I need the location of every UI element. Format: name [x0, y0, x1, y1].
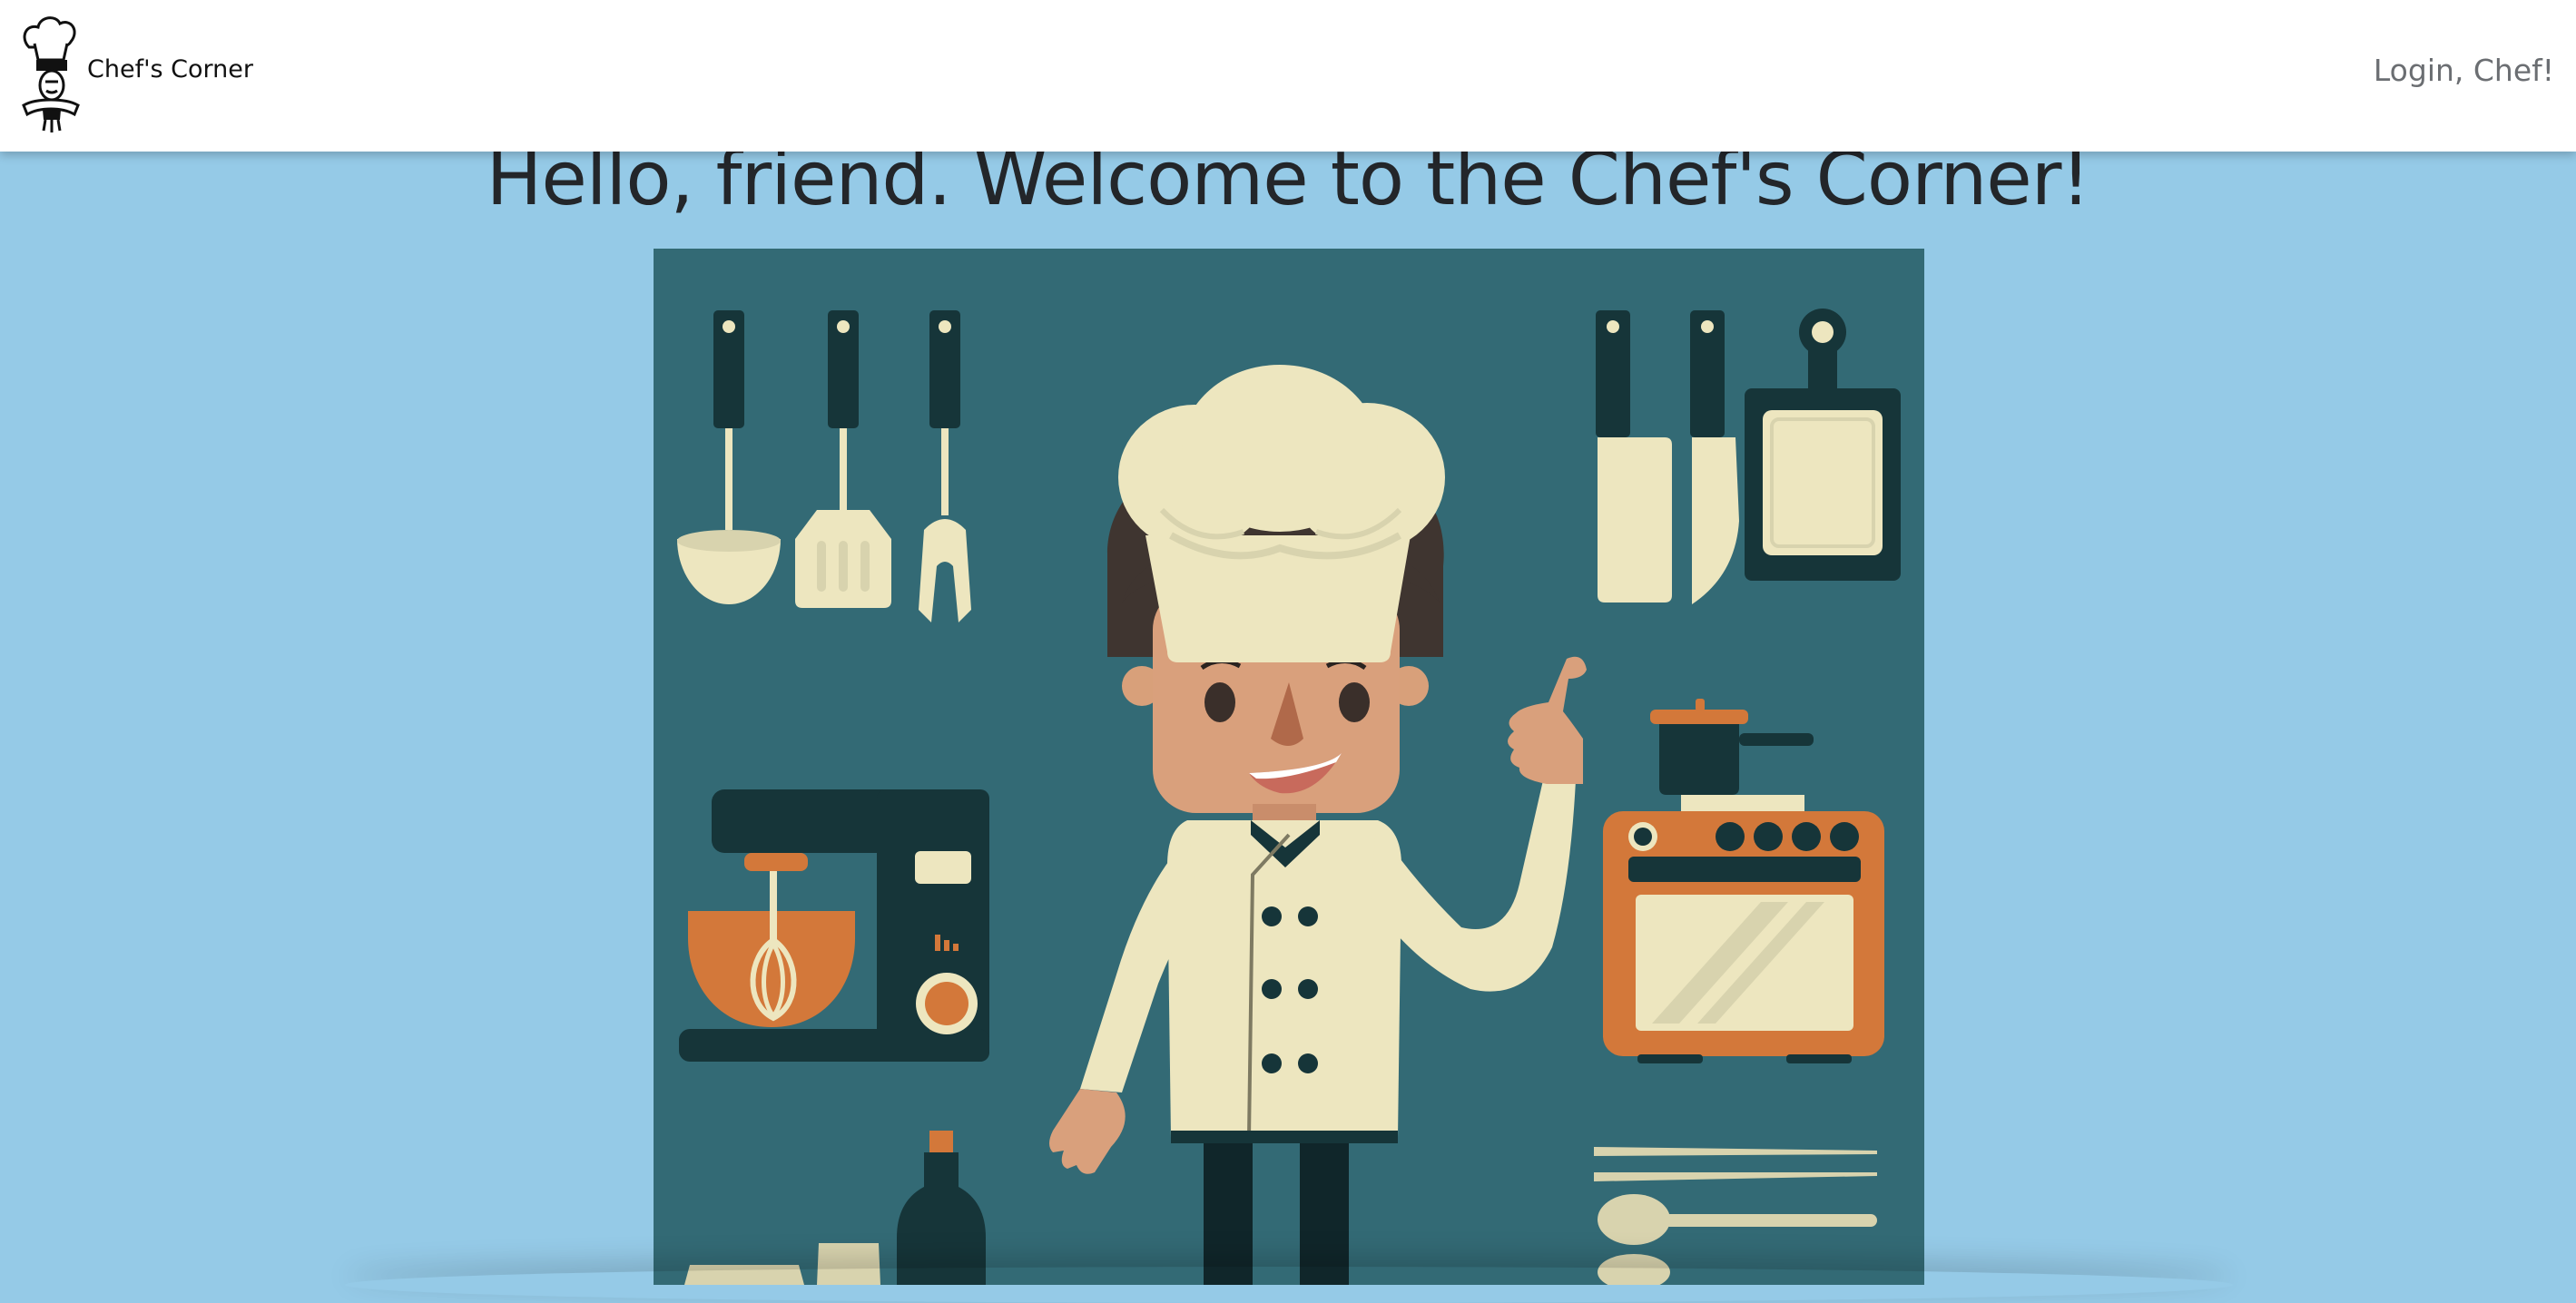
bottle-icon: [897, 1131, 986, 1285]
stand-mixer-icon: [679, 789, 989, 1062]
brand-name: Chef's Corner: [87, 54, 253, 83]
knife-icon: [1596, 310, 1672, 603]
brand-link[interactable]: Chef's Corner: [18, 11, 253, 134]
top-navbar: Chef's Corner Login, Chef!: [0, 0, 2576, 152]
stove-icon: [1603, 699, 1884, 1063]
chef-character: [1049, 365, 1587, 1285]
chef-hat-logo-icon: [22, 16, 80, 132]
chef-illustration: [654, 249, 1924, 1285]
chopsticks-icon: [1594, 1147, 1877, 1285]
chef-knife-icon: [1690, 310, 1739, 604]
login-link[interactable]: Login, Chef!: [2374, 53, 2554, 88]
cutting-board-icon: [1745, 309, 1901, 581]
ladle-icon: [677, 310, 781, 604]
cups-icon: [684, 1243, 880, 1285]
fork-icon: [919, 310, 971, 622]
spatula-icon: [795, 310, 891, 608]
